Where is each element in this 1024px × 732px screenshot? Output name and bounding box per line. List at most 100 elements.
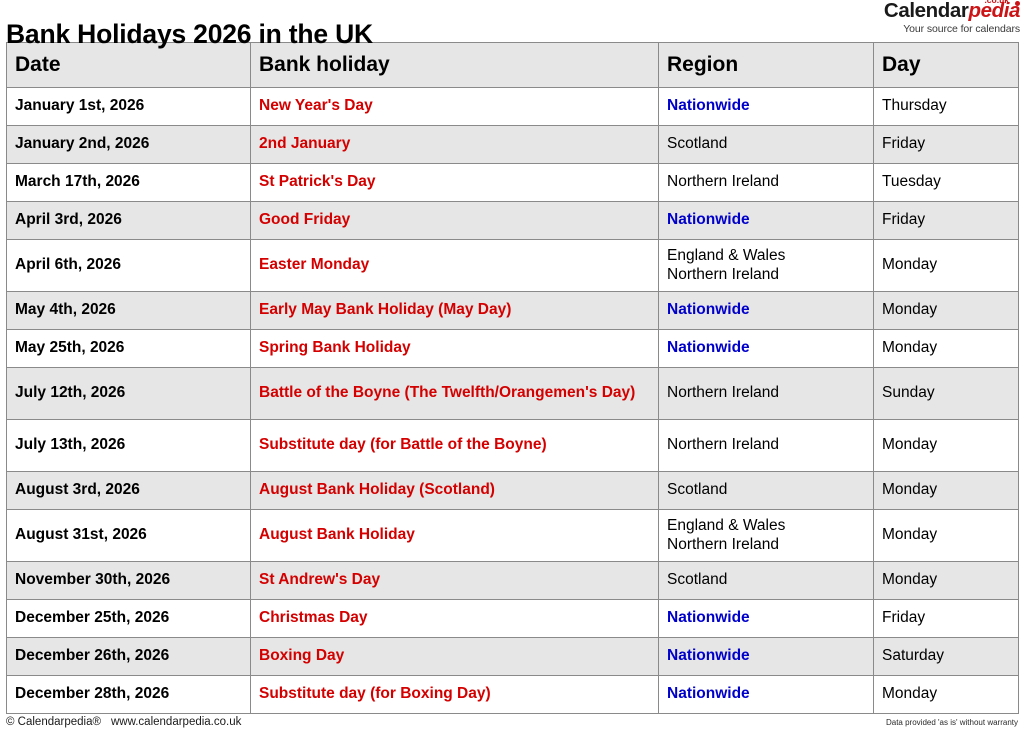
region-line: Scotland	[667, 571, 728, 589]
table-row: January 1st, 2026 New Year's Day Nationwid…	[6, 87, 1019, 126]
region-line: Northern Ireland	[667, 384, 780, 402]
cell-date: January 1st, 2026	[6, 87, 251, 126]
footer-left-group: © Calendarpedia® www.calendarpedia.co.uk	[6, 716, 241, 728]
footer-website-link[interactable]: www.calendarpedia.co.uk	[111, 716, 241, 728]
table-row: April 3rd, 2026 Good Friday Nationwide Frid…	[6, 201, 1019, 240]
cell-day: Monday	[873, 561, 1019, 600]
cell-day: Monday	[873, 675, 1019, 714]
region-line: England & Wales	[667, 516, 786, 534]
column-header-day: Day	[873, 42, 1019, 88]
cell-day: Monday	[873, 291, 1019, 330]
cell-bank-holiday: Spring Bank Holiday	[250, 329, 659, 368]
cell-region: Nationwide	[658, 675, 874, 714]
cell-bank-holiday: Good Friday	[250, 201, 659, 240]
cell-date: January 2nd, 2026	[6, 125, 251, 164]
cell-bank-holiday: Easter Monday	[250, 239, 659, 292]
cell-region: Nationwide	[658, 291, 874, 330]
table-row: January 2nd, 2026 2nd January Scotland Frid…	[6, 125, 1019, 164]
cell-date: December 25th, 2026	[6, 599, 251, 638]
logo-tagline: Your source for calendars	[903, 22, 1020, 35]
cell-day: Monday	[873, 509, 1019, 562]
cell-region: Northern Ireland	[658, 367, 874, 420]
bank-holidays-table: Date Bank holiday Region Day January 1st…	[6, 42, 1019, 714]
cell-bank-holiday: Substitute day (for Battle of the Boyne)	[250, 419, 659, 472]
cell-bank-holiday: August Bank Holiday	[250, 509, 659, 562]
cell-day: Monday	[873, 329, 1019, 368]
table-row: December 25th, 2026 Christmas Day Nationwi…	[6, 599, 1019, 638]
page-header: Bank Holidays 2026 in the UK Calendarped…	[0, 0, 1024, 49]
cell-day: Tuesday	[873, 163, 1019, 202]
region-line: Northern Ireland	[667, 535, 780, 553]
cell-day: Thursday	[873, 87, 1019, 126]
region-line: Nationwide	[667, 609, 750, 627]
cell-region: Nationwide	[658, 637, 874, 676]
region-line: Nationwide	[667, 301, 750, 319]
region-line: England & Wales	[667, 246, 786, 264]
cell-day: Saturday	[873, 637, 1019, 676]
region-line: Northern Ireland	[667, 265, 780, 283]
region-line: Northern Ireland	[667, 173, 780, 191]
region-line: Nationwide	[667, 339, 750, 357]
cell-region: Northern Ireland	[658, 419, 874, 472]
cell-date: August 31st, 2026	[6, 509, 251, 562]
table-row: November 30th, 2026 St Andrew's Day Scotla…	[6, 561, 1019, 600]
cell-region: Nationwide	[658, 87, 874, 126]
cell-day: Friday	[873, 201, 1019, 240]
calendarpedia-logo[interactable]: Calendarpedia .co.uk Your source for cal…	[883, 0, 1020, 35]
cell-date: May 4th, 2026	[6, 291, 251, 330]
cell-day: Monday	[873, 471, 1019, 510]
cell-day: Monday	[873, 419, 1019, 472]
cell-region: Scotland	[658, 471, 874, 510]
cell-region: Nationwide	[658, 201, 874, 240]
cell-region: Northern Ireland	[658, 163, 874, 202]
table-row: August 3rd, 2026 August Bank Holiday (Sco…	[6, 471, 1019, 510]
cell-bank-holiday: Christmas Day	[250, 599, 659, 638]
table-row: April 6th, 2026 Easter Monday England & Wa…	[6, 239, 1019, 292]
cell-bank-holiday: Early May Bank Holiday (May Day)	[250, 291, 659, 330]
table-row: May 4th, 2026 Early May Bank Holiday (May…	[6, 291, 1019, 330]
cell-bank-holiday: St Patrick's Day	[250, 163, 659, 202]
cell-date: December 26th, 2026	[6, 637, 251, 676]
table-row: August 31st, 2026 August Bank Holiday Engl…	[6, 509, 1019, 562]
region-line: Scotland	[667, 135, 728, 153]
cell-bank-holiday: St Andrew's Day	[250, 561, 659, 600]
cell-region: England & Wales Northern Ireland	[658, 239, 874, 292]
logo-wordmark: Calendarpedia .co.uk	[883, 0, 1020, 22]
logo-dot-icon	[1015, 1, 1020, 6]
cell-bank-holiday: August Bank Holiday (Scotland)	[250, 471, 659, 510]
cell-region: Scotland	[658, 125, 874, 164]
cell-date: July 12th, 2026	[6, 367, 251, 420]
cell-region: England & Wales Northern Ireland	[658, 509, 874, 562]
cell-date: August 3rd, 2026	[6, 471, 251, 510]
cell-bank-holiday: Battle of the Boyne (The Twelfth/Orangem…	[250, 367, 659, 420]
page-footer: © Calendarpedia® www.calendarpedia.co.uk …	[0, 714, 1024, 732]
cell-date: April 3rd, 2026	[6, 201, 251, 240]
cell-day: Friday	[873, 125, 1019, 164]
cell-day: Monday	[873, 239, 1019, 292]
cell-region: Nationwide	[658, 599, 874, 638]
cell-day: Friday	[873, 599, 1019, 638]
region-line: Scotland	[667, 481, 728, 499]
footer-disclaimer: Data provided 'as is' without warranty	[885, 718, 1018, 727]
table-row: March 17th, 2026 St Patrick's Day Northern…	[6, 163, 1019, 202]
table-row: December 28th, 2026 Substitute day (for B…	[6, 675, 1019, 714]
region-line: Nationwide	[667, 685, 750, 703]
cell-date: March 17th, 2026	[6, 163, 251, 202]
cell-date: November 30th, 2026	[6, 561, 251, 600]
logo-word-calendar: Calendar	[883, 0, 969, 22]
cell-bank-holiday: New Year's Day	[250, 87, 659, 126]
region-line: Nationwide	[667, 97, 750, 115]
cell-bank-holiday: Boxing Day	[250, 637, 659, 676]
table-row: July 13th, 2026 Substitute day (for Battl…	[6, 419, 1019, 472]
region-line: Nationwide	[667, 647, 750, 665]
cell-day: Sunday	[873, 367, 1019, 420]
cell-date: July 13th, 2026	[6, 419, 251, 472]
footer-copyright: © Calendarpedia®	[6, 716, 101, 728]
table-row: July 12th, 2026 Battle of the Boyne (The …	[6, 367, 1019, 420]
table-row: December 26th, 2026 Boxing Day Nationwide S…	[6, 637, 1019, 676]
table-body: January 1st, 2026 New Year's Day Nationwid…	[6, 87, 1019, 714]
cell-date: April 6th, 2026	[6, 239, 251, 292]
region-line: Nationwide	[667, 211, 750, 229]
cell-bank-holiday: 2nd January	[250, 125, 659, 164]
cell-date: May 25th, 2026	[6, 329, 251, 368]
